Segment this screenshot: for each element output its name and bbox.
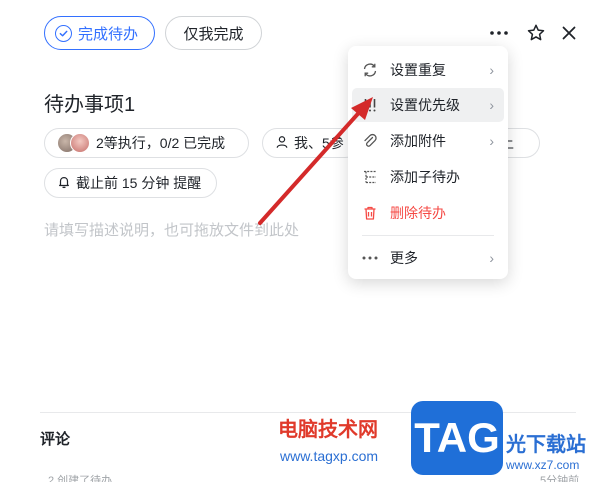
more-actions-menu: 设置重复 › 设置优先级 › 添加附件 › 添加子待办 删除待办 更多 › [348,46,508,279]
menu-item-set-repeat[interactable]: 设置重复 › [352,53,504,87]
menu-item-label: 添加子待办 [390,169,460,185]
executor-avatars [57,133,90,153]
close-icon[interactable] [556,20,582,46]
priority-icon [362,97,378,113]
menu-item-label: 设置优先级 [390,97,460,113]
chevron-right-icon: › [489,97,494,113]
menu-item-add-subtask[interactable]: 添加子待办 [352,160,504,194]
participants-text: 我、5参 [294,135,344,151]
reminder-text: 截止前 15 分钟 提醒 [76,175,202,191]
menu-item-label: 删除待办 [390,205,446,221]
only-me-complete-button[interactable]: 仅我完成 [165,16,262,50]
menu-item-delete-task[interactable]: 删除待办 [352,196,504,230]
menu-divider [362,235,494,236]
menu-item-add-attachment[interactable]: 添加附件 › [352,124,504,158]
only-me-complete-label: 仅我完成 [183,25,244,43]
executors-chip[interactable]: 2等执行，0/2 已完成 [44,128,249,158]
watermark-logo: TAG [411,401,503,475]
repeat-icon [362,62,378,78]
trash-icon [362,205,378,221]
menu-item-more[interactable]: 更多 › [352,241,504,275]
subtask-icon [362,169,378,185]
chevron-right-icon: › [489,133,494,149]
chevron-right-icon: › [489,250,494,266]
avatar [70,133,90,153]
complete-task-label: 完成待办 [78,25,139,43]
check-circle-icon [55,24,72,42]
menu-item-label: 添加附件 [390,133,446,149]
watermark-text-right: 光下载站 [506,434,586,456]
complete-task-button[interactable]: 完成待办 [44,16,155,50]
bell-icon [57,175,71,192]
task-title[interactable]: 待办事项1 [44,88,135,117]
reminder-chip[interactable]: 截止前 15 分钟 提醒 [44,168,217,198]
paperclip-icon [362,133,378,149]
participants-chip[interactable]: 我、5参 [262,128,360,158]
menu-item-label: 更多 [390,250,418,266]
menu-item-set-priority[interactable]: 设置优先级 › [352,88,504,122]
star-icon[interactable] [523,20,549,46]
watermark-url: www.tagxp.com [280,448,379,464]
menu-item-label: 设置重复 [390,62,446,78]
activity-log-time: 5分钟前 [540,475,580,482]
watermark-text: 电脑技术网 [278,419,378,441]
more-icon [362,250,378,266]
executors-text: 2等执行，0/2 已完成 [96,135,226,151]
user-icon [275,135,289,152]
description-input[interactable]: 请填写描述说明，也可拖放文件到此处 [44,219,299,240]
comments-heading: 评论 [40,431,71,448]
activity-log-item: 2 创建了待办 [48,475,113,482]
more-icon[interactable] [486,20,512,46]
chevron-right-icon: › [489,62,494,78]
watermark-url-right: www.xz7.com [506,458,580,472]
